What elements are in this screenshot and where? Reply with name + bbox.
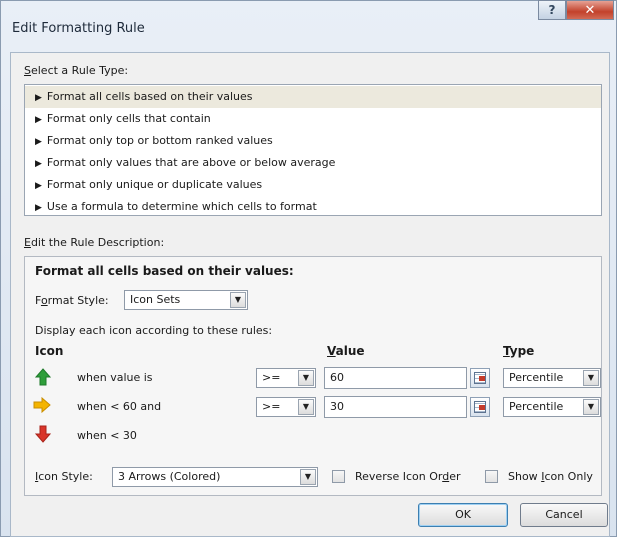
rule-type-item[interactable]: ▶ Format only values that are above or be… (25, 152, 601, 174)
icon-style-label: Icon Style: (35, 470, 93, 483)
rule-type-item[interactable]: ▶ Format all cells based on their values (25, 86, 601, 108)
type-select[interactable]: Percentile ▼ (503, 397, 601, 417)
chevron-down-icon[interactable]: ▼ (230, 292, 246, 308)
dialog-title: Edit Formatting Rule (12, 21, 145, 36)
format-style-label: Format Style: (35, 294, 109, 307)
rule-type-label: Select a Rule Type: (24, 64, 129, 77)
display-rules-text: Display each icon according to these rul… (35, 324, 273, 337)
operator-value: >= (262, 371, 281, 384)
icon-column-header: Icon (35, 344, 64, 358)
green-up-arrow-icon (35, 368, 51, 386)
rule-type-item[interactable]: ▶ Format only unique or duplicate values (25, 174, 601, 196)
format-style-value: Icon Sets (130, 293, 181, 306)
cell-reference-button[interactable] (470, 397, 490, 417)
operator-select[interactable]: >= ▼ (256, 397, 316, 417)
icon-style-select[interactable]: 3 Arrows (Colored) ▼ (112, 467, 318, 487)
help-button[interactable]: ? (538, 0, 566, 20)
operator-value: >= (262, 400, 281, 413)
row-condition-text: when < 60 and (77, 400, 162, 413)
value-input[interactable]: 60 (324, 367, 467, 389)
triangle-right-icon: ▶ (35, 159, 42, 169)
red-down-arrow-icon (35, 425, 51, 443)
type-column-header: Type (503, 344, 535, 358)
rule-type-list[interactable]: ▶ Format all cells based on their values … (24, 84, 602, 216)
value-column-header: Value (327, 344, 365, 358)
type-value: Percentile (509, 400, 564, 413)
cancel-button[interactable]: Cancel (520, 503, 608, 527)
operator-select[interactable]: >= ▼ (256, 368, 316, 388)
rule-type-item[interactable]: ▶ Format only cells that contain (25, 108, 601, 130)
reverse-icon-order-checkbox[interactable] (332, 470, 345, 483)
yellow-right-arrow-icon (33, 397, 51, 413)
description-heading: Format all cells based on their values: (35, 264, 294, 278)
format-style-select[interactable]: Icon Sets ▼ (124, 290, 248, 310)
chevron-down-icon[interactable]: ▼ (298, 370, 314, 386)
triangle-right-icon: ▶ (35, 181, 42, 191)
chevron-down-icon[interactable]: ▼ (300, 469, 316, 485)
show-icon-only-label[interactable]: Show Icon Only (508, 470, 593, 483)
show-icon-only-checkbox[interactable] (485, 470, 498, 483)
rule-description-label: Edit the Rule Description: (24, 236, 165, 249)
ok-button[interactable]: OK (418, 503, 508, 527)
chevron-down-icon[interactable]: ▼ (583, 370, 599, 386)
type-value: Percentile (509, 371, 564, 384)
help-icon: ? (548, 3, 556, 17)
triangle-right-icon: ▶ (35, 137, 42, 147)
chevron-down-icon[interactable]: ▼ (298, 399, 314, 415)
close-icon: ✕ (584, 2, 596, 18)
rule-type-item[interactable]: ▶ Format only top or bottom ranked values (25, 130, 601, 152)
icon-style-value: 3 Arrows (Colored) (118, 470, 221, 483)
reverse-icon-order-label[interactable]: Reverse Icon Order (355, 470, 460, 483)
row-condition-text: when value is (77, 371, 153, 384)
triangle-right-icon: ▶ (35, 115, 42, 125)
row-condition-text: when < 30 (77, 429, 137, 442)
chevron-down-icon[interactable]: ▼ (583, 399, 599, 415)
value-input[interactable]: 30 (324, 396, 467, 418)
close-button[interactable]: ✕ (566, 0, 614, 20)
type-select[interactable]: Percentile ▼ (503, 368, 601, 388)
triangle-right-icon: ▶ (35, 203, 42, 213)
cell-reference-button[interactable] (470, 368, 490, 388)
rule-type-item[interactable]: ▶ Use a formula to determine which cells … (25, 196, 601, 218)
triangle-right-icon: ▶ (35, 93, 42, 103)
